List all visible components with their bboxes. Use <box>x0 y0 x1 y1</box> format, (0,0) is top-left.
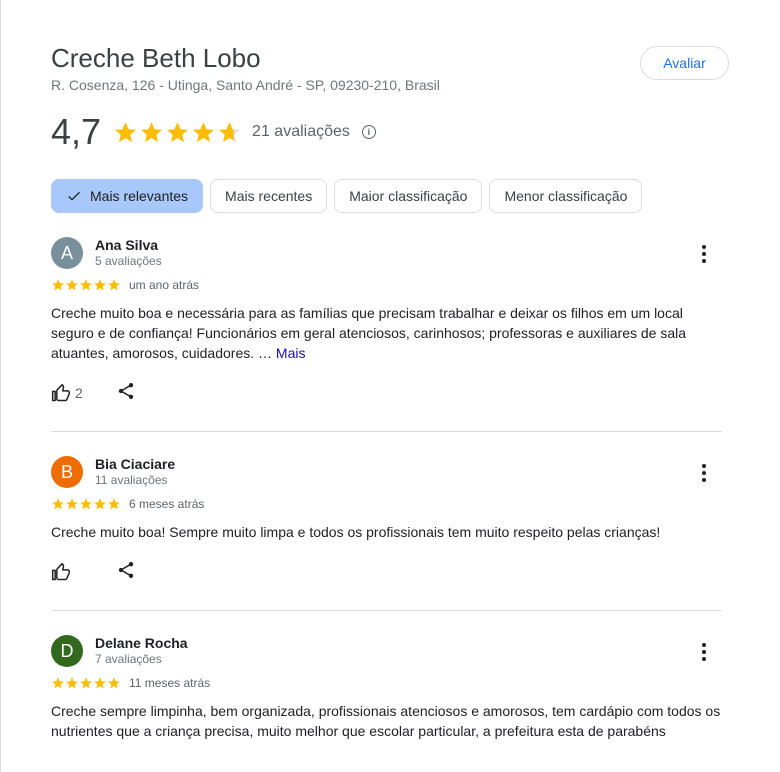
average-stars <box>113 120 242 145</box>
more-options-icon[interactable] <box>702 464 706 482</box>
review-card: D Delane Rocha 7 avaliações 11 meses atr… <box>51 635 722 741</box>
avatar[interactable]: A <box>51 237 83 269</box>
review-divider <box>51 610 722 611</box>
star-icon <box>66 677 78 689</box>
star-icon <box>52 677 64 689</box>
review-rating: 6 meses atrás <box>51 497 722 511</box>
more-link[interactable]: Mais <box>276 345 306 361</box>
panel-border <box>0 0 1 772</box>
star-icon <box>66 498 78 510</box>
filter-chip-label: Mais recentes <box>225 188 313 204</box>
filter-chip-lowest[interactable]: Menor classificação <box>489 179 643 213</box>
star-icon <box>94 279 106 291</box>
filter-chip-highest[interactable]: Maior classificação <box>334 179 483 213</box>
review-header: A Ana Silva 5 avaliações <box>51 237 722 269</box>
review-date: 6 meses atrás <box>129 497 205 511</box>
share-icon <box>118 561 134 578</box>
reviewer-review-count: 11 avaliações <box>95 473 168 487</box>
place-header: Creche Beth Lobo R. Cosenza, 126 - Uting… <box>51 42 440 93</box>
review-filters: Mais relevantes Mais recentes Maior clas… <box>51 179 643 213</box>
review-text: Creche muito boa e necessária para as fa… <box>51 303 722 363</box>
review-divider <box>51 431 722 432</box>
star-icon <box>52 498 64 510</box>
more-options-icon[interactable] <box>702 245 706 263</box>
rating-summary: 4,7 21 avaliações i <box>51 112 376 152</box>
review-stars <box>51 676 121 690</box>
star-icon <box>108 498 120 510</box>
star-icon <box>80 677 92 689</box>
filter-chip-label: Menor classificação <box>504 188 628 204</box>
review-date: um ano atrás <box>129 278 200 292</box>
reviewer-info: Bia Ciaciare 11 avaliações <box>95 456 175 488</box>
review-text: Creche sempre limpinha, bem organizada, … <box>51 703 721 739</box>
review-card: A Ana Silva 5 avaliações um ano atrás Cr… <box>51 237 722 405</box>
star-icon <box>80 498 92 510</box>
filter-chip-recent[interactable]: Mais recentes <box>210 179 328 213</box>
avatar[interactable]: B <box>51 456 83 488</box>
filter-chip-relevant[interactable]: Mais relevantes <box>51 179 204 213</box>
thumbs-up-icon <box>51 383 70 402</box>
reviewer-review-count: 7 avaliações <box>95 652 162 666</box>
star-icon <box>94 498 106 510</box>
review-text-content: Creche muito boa e necessária para as fa… <box>51 305 687 361</box>
review-stars <box>51 278 121 292</box>
review-rating: um ano atrás <box>51 278 722 292</box>
review-header: B Bia Ciaciare 11 avaliações <box>51 456 722 488</box>
reviews-count: 21 avaliações <box>252 123 350 140</box>
place-address: R. Cosenza, 126 - Utinga, Santo André - … <box>51 77 440 93</box>
star-icon <box>94 677 106 689</box>
filter-chip-label: Mais relevantes <box>90 188 189 204</box>
star-icon <box>219 121 240 142</box>
reviewer-info: Ana Silva 5 avaliações <box>95 237 162 269</box>
star-icon <box>108 677 120 689</box>
star-icon <box>141 121 162 142</box>
reviewer-name[interactable]: Bia Ciaciare <box>95 455 175 473</box>
reviewer-name[interactable]: Ana Silva <box>95 236 162 254</box>
share-icon <box>118 382 134 399</box>
like-button[interactable] <box>51 562 71 582</box>
review-stars <box>51 497 121 511</box>
like-count: 2 <box>75 385 83 401</box>
filter-chip-label: Maior classificação <box>349 188 468 204</box>
info-icon[interactable]: i <box>361 125 376 139</box>
star-icon <box>108 279 120 291</box>
review-text: Creche muito boa! Sempre muito limpa e t… <box>51 524 661 540</box>
star-icon <box>66 279 78 291</box>
check-icon <box>68 191 80 201</box>
review-rating: 11 meses atrás <box>51 676 722 690</box>
star-icon <box>115 121 136 142</box>
place-title: Creche Beth Lobo <box>51 43 261 73</box>
review-header: D Delane Rocha 7 avaliações <box>51 635 722 667</box>
star-icon <box>193 121 214 142</box>
star-icon <box>80 279 92 291</box>
like-button[interactable]: 2 <box>51 383 83 403</box>
star-icon <box>167 121 188 142</box>
reviewer-info: Delane Rocha 7 avaliações <box>95 635 188 667</box>
rate-button[interactable]: Avaliar <box>640 46 729 80</box>
review-card: B Bia Ciaciare 11 avaliações 6 meses atr… <box>51 456 722 584</box>
more-options-icon[interactable] <box>702 643 706 661</box>
thumbs-up-icon <box>51 562 70 581</box>
share-button[interactable] <box>116 560 136 585</box>
avatar[interactable]: D <box>51 635 83 667</box>
reviewer-name[interactable]: Delane Rocha <box>95 634 188 652</box>
review-actions: 2 <box>51 381 722 405</box>
share-button[interactable] <box>116 381 136 406</box>
average-rating: 4,7 <box>51 111 102 152</box>
star-icon <box>52 279 64 291</box>
review-date: 11 meses atrás <box>129 676 211 690</box>
reviewer-review-count: 5 avaliações <box>95 254 162 268</box>
review-actions <box>51 560 722 584</box>
